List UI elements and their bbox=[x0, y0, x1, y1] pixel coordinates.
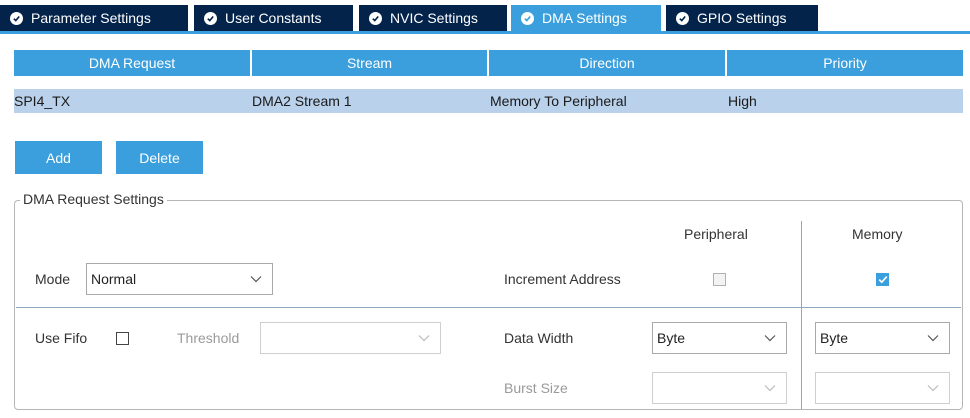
check-circle-icon bbox=[10, 11, 23, 25]
mode-value: Normal bbox=[91, 271, 137, 287]
memory-burst-size-select[interactable] bbox=[815, 372, 950, 404]
add-button[interactable]: Add bbox=[15, 141, 102, 174]
memory-data-width-select[interactable]: Byte bbox=[815, 322, 950, 354]
peripheral-data-width-select[interactable]: Byte bbox=[652, 322, 787, 354]
tab-nvic-settings[interactable]: NVIC Settings bbox=[359, 5, 507, 31]
chevron-down-icon bbox=[418, 335, 430, 342]
memory-header: Memory bbox=[852, 226, 903, 242]
tab-label: Parameter Settings bbox=[31, 10, 151, 26]
cell-priority: High bbox=[728, 93, 757, 109]
check-circle-icon bbox=[204, 11, 217, 25]
check-circle-icon bbox=[369, 11, 382, 25]
tab-label: DMA Settings bbox=[542, 10, 627, 26]
tab-parameter-settings[interactable]: Parameter Settings bbox=[0, 5, 188, 31]
divider-vertical bbox=[801, 221, 802, 409]
cell-direction: Memory To Peripheral bbox=[490, 93, 627, 109]
column-header-stream[interactable]: Stream bbox=[252, 50, 487, 76]
peripheral-header: Peripheral bbox=[684, 226, 748, 242]
chevron-down-icon bbox=[927, 385, 939, 392]
tab-underline bbox=[0, 31, 970, 34]
check-circle-icon bbox=[676, 11, 689, 25]
tab-bar: Parameter Settings User Constants NVIC S… bbox=[0, 0, 970, 34]
mode-select[interactable]: Normal bbox=[86, 263, 273, 295]
divider-horizontal bbox=[16, 307, 961, 308]
column-header-direction[interactable]: Direction bbox=[489, 50, 725, 76]
checkmark-icon bbox=[878, 276, 887, 284]
chevron-down-icon bbox=[250, 276, 262, 283]
memory-increment-checkbox[interactable] bbox=[876, 273, 889, 286]
table-row[interactable] bbox=[14, 89, 963, 113]
peripheral-increment-checkbox[interactable] bbox=[713, 273, 726, 286]
tab-dma-settings[interactable]: DMA Settings bbox=[511, 5, 661, 31]
cell-dma-request: SPI4_TX bbox=[14, 93, 71, 109]
peripheral-burst-size-select[interactable] bbox=[652, 372, 787, 404]
delete-button[interactable]: Delete bbox=[116, 141, 203, 174]
column-header-priority[interactable]: Priority bbox=[727, 50, 963, 76]
check-circle-icon bbox=[521, 11, 534, 25]
peripheral-data-width-value: Byte bbox=[657, 330, 686, 346]
use-fifo-label: Use Fifo bbox=[35, 330, 88, 346]
tab-label: GPIO Settings bbox=[697, 10, 787, 26]
mode-label: Mode bbox=[35, 271, 71, 287]
chevron-down-icon bbox=[764, 335, 776, 342]
chevron-down-icon bbox=[764, 385, 776, 392]
tab-label: User Constants bbox=[225, 10, 322, 26]
column-header-dma-request[interactable]: DMA Request bbox=[14, 50, 250, 76]
threshold-label: Threshold bbox=[177, 330, 240, 346]
use-fifo-checkbox[interactable] bbox=[116, 332, 129, 345]
tab-user-constants[interactable]: User Constants bbox=[194, 5, 353, 31]
increment-address-label: Increment Address bbox=[504, 271, 621, 287]
cell-stream: DMA2 Stream 1 bbox=[252, 93, 352, 109]
memory-data-width-value: Byte bbox=[820, 330, 849, 346]
tab-label: NVIC Settings bbox=[390, 10, 478, 26]
data-width-label: Data Width bbox=[504, 330, 574, 346]
chevron-down-icon bbox=[927, 335, 939, 342]
threshold-select[interactable] bbox=[260, 322, 441, 354]
group-title: DMA Request Settings bbox=[20, 191, 167, 207]
tab-gpio-settings[interactable]: GPIO Settings bbox=[666, 5, 818, 31]
burst-size-label: Burst Size bbox=[504, 380, 568, 396]
